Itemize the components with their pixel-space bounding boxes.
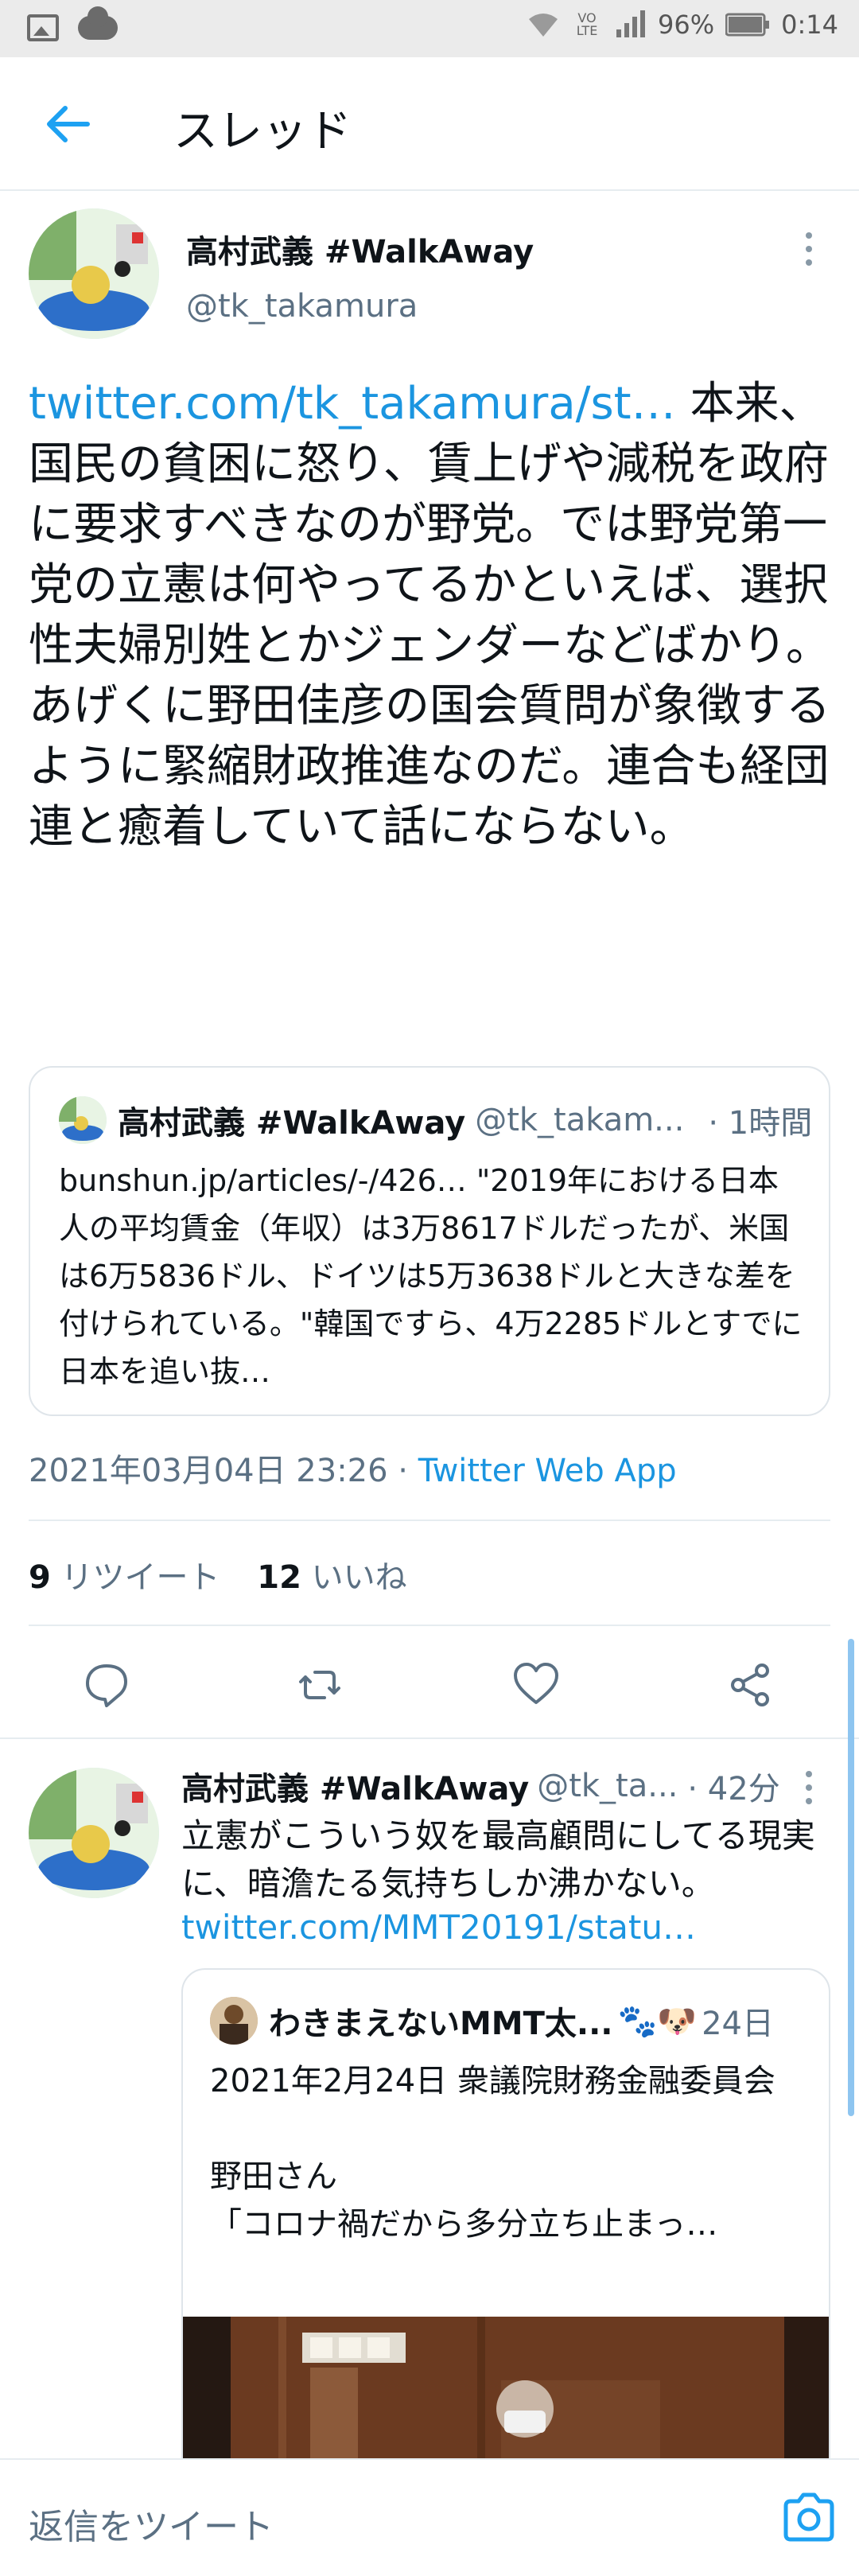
retweets-count: 9 xyxy=(29,1559,51,1596)
reply-quoted-text: 2021年2月24日 衆議院財務金融委員会 野田さん 「コロナ禍だから多分立ち止… xyxy=(210,2057,814,2248)
tweet-stats: 9 リツイート 12 いいね xyxy=(29,1551,407,1597)
reply-quoted-header: わきまえないMMT太... 🐾🐶 24日 xyxy=(210,1997,774,2045)
reply-author-avatar[interactable] xyxy=(29,1768,159,1898)
likes-stat[interactable]: 12 いいね xyxy=(257,1559,406,1596)
divider xyxy=(0,1737,859,1739)
clock: 0:14 xyxy=(781,10,838,40)
author-name[interactable]: 高村武義 #WalkAway xyxy=(186,226,534,272)
scrollbar-thumb[interactable] xyxy=(848,1639,854,2116)
battery-icon xyxy=(725,13,770,37)
author-avatar[interactable] xyxy=(29,208,159,339)
divider xyxy=(29,1520,830,1521)
reply-tweet-text: 立憲がこういう奴を最高顧問にしてる現実に、暗澹たる気持ちしか沸かない。 xyxy=(181,1816,815,1903)
quoted-tweet-card[interactable]: 高村武義 #WalkAway @tk_takam... · 1時間 bunshu… xyxy=(29,1066,830,1416)
tweet-actions xyxy=(0,1647,859,1718)
quoted-author-handle: @tk_takam... xyxy=(475,1102,685,1138)
status-bar: VO LTE 96% 0:14 xyxy=(0,0,859,57)
quoted-tweet-text: bunshun.jp/articles/-/426… "2019年における日本人… xyxy=(59,1157,807,1395)
like-heart-icon[interactable] xyxy=(512,1661,560,1709)
quoted-tweet-time: · 1時間 xyxy=(708,1105,813,1142)
tweet-timestamp: 2021年03月04日 23:26 · Twitter Web App xyxy=(29,1445,677,1491)
reply-quoted-time: 24日 xyxy=(702,2006,774,2042)
reply-author-name[interactable]: 高村武義 #WalkAway xyxy=(181,1763,529,1809)
tweet-source-link[interactable]: Twitter Web App xyxy=(418,1453,677,1489)
reply-icon[interactable] xyxy=(83,1661,130,1709)
reply-quoted-line: 「コロナ禍だから多分立ち止まっ… xyxy=(210,2206,718,2243)
more-options-icon[interactable] xyxy=(803,232,814,280)
reply-author-handle[interactable]: @tk_ta... xyxy=(537,1768,678,1804)
author-handle[interactable]: @tk_takamura xyxy=(186,288,418,325)
reply-quoted-author-name: わきまえないMMT太... xyxy=(269,2006,613,2042)
timestamp-separator: · xyxy=(387,1453,418,1489)
tweet-text: twitter.com/tk_takamura/st… 本来、国民の貧困に怒り、… xyxy=(29,374,832,858)
battery-percent: 96% xyxy=(658,10,715,40)
quoted-author-avatar xyxy=(59,1096,107,1144)
share-icon[interactable] xyxy=(727,1661,775,1709)
reply-composer-bar[interactable]: 返信をツイート xyxy=(0,2458,859,2576)
reply-tweet-header: 高村武義 #WalkAway @tk_ta... · 42分 xyxy=(181,1763,780,1809)
likes-count: 12 xyxy=(257,1559,301,1596)
signal-icon xyxy=(616,10,646,37)
more-options-icon[interactable] xyxy=(803,1771,814,1819)
cloud-notification-icon xyxy=(78,6,118,40)
quoted-tweet-link: bunshun.jp/articles/-/426… xyxy=(59,1163,467,1198)
reply-input-placeholder[interactable]: 返信をツイート xyxy=(29,2498,274,2549)
likes-label: いいね xyxy=(311,1559,407,1596)
quoted-author-name: 高村武義 #WalkAway xyxy=(118,1105,466,1142)
reply-quoted-avatar xyxy=(210,1997,258,2045)
tweet-body: 本来、国民の貧困に怒り、賃上げや減税を政府に要求すべきなのが野党。では野党第一党… xyxy=(29,378,830,853)
retweets-label: リツイート xyxy=(60,1559,220,1596)
camera-icon[interactable] xyxy=(781,2492,837,2543)
volte-label: VO LTE xyxy=(576,10,598,38)
retweet-icon[interactable] xyxy=(296,1661,344,1709)
reply-tweet-time: · 42分 xyxy=(687,1771,780,1807)
divider xyxy=(29,1625,830,1626)
app-header: スレッド xyxy=(0,57,859,191)
gallery-notification-icon xyxy=(27,14,59,41)
tweet-link[interactable]: twitter.com/tk_takamura/st… xyxy=(29,378,676,430)
reply-tweet-link[interactable]: twitter.com/MMT20191/statu… xyxy=(181,1908,696,1947)
page-title: スレッド xyxy=(173,106,352,158)
reply-quoted-line: 野田さん xyxy=(210,2158,337,2195)
wifi-icon xyxy=(529,14,558,37)
quoted-tweet-header: 高村武義 #WalkAway @tk_takam... · 1時間 xyxy=(59,1096,812,1144)
tweet-date: 2021年03月04日 23:26 xyxy=(29,1453,388,1489)
back-arrow-icon[interactable] xyxy=(45,102,92,146)
retweets-stat[interactable]: 9 リツイート xyxy=(29,1559,220,1596)
paw-dog-emoji-icon: 🐾🐶 xyxy=(617,2002,698,2040)
reply-quoted-tweet-card[interactable]: わきまえないMMT太... 🐾🐶 24日 2021年2月24日 衆議院財務金融委… xyxy=(181,1968,830,2525)
reply-quoted-line: 2021年2月24日 衆議院財務金融委員会 xyxy=(210,2063,775,2099)
